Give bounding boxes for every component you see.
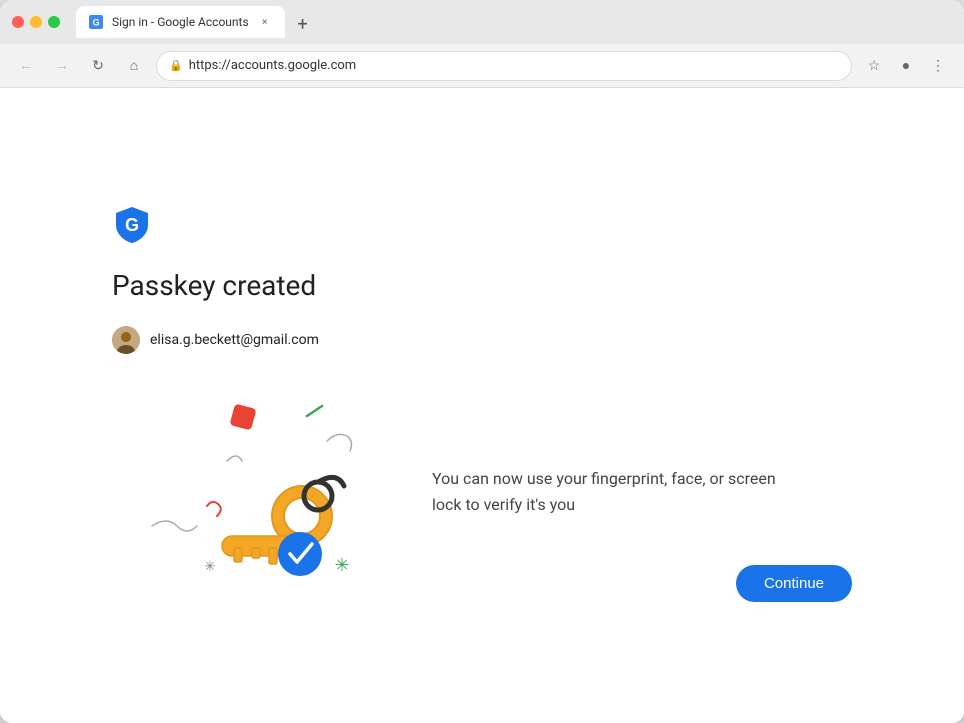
back-button[interactable]: ←: [12, 52, 40, 80]
browser-window: G Sign in - Google Accounts × + ← → ↻ ⌂ …: [0, 0, 964, 723]
bookmark-button[interactable]: ☆: [860, 52, 888, 80]
card: G Passkey created elisa.g.beckett@gmail.…: [52, 157, 912, 654]
forward-button[interactable]: →: [48, 52, 76, 80]
home-button[interactable]: ⌂: [120, 52, 148, 80]
close-window-button[interactable]: [12, 16, 24, 28]
minimize-window-button[interactable]: [30, 16, 42, 28]
page-title: Passkey created: [112, 269, 852, 302]
title-bar: G Sign in - Google Accounts × +: [0, 0, 964, 44]
toolbar-actions: ☆ ● ⋮: [860, 52, 952, 80]
svg-text:G: G: [125, 215, 139, 235]
active-tab[interactable]: G Sign in - Google Accounts ×: [76, 6, 285, 38]
maximize-window-button[interactable]: [48, 16, 60, 28]
avatar: [112, 326, 140, 354]
reload-button[interactable]: ↻: [84, 52, 112, 80]
page-content: G Passkey created elisa.g.beckett@gmail.…: [0, 88, 964, 723]
tab-close-button[interactable]: ×: [257, 14, 273, 30]
user-email: elisa.g.beckett@gmail.com: [150, 332, 319, 348]
url-text: https://accounts.google.com: [189, 58, 357, 73]
svg-text:G: G: [92, 18, 99, 28]
traffic-lights: [12, 16, 60, 28]
continue-button[interactable]: Continue: [736, 565, 852, 602]
lock-icon: 🔒: [169, 59, 183, 72]
new-tab-button[interactable]: +: [289, 10, 317, 38]
toolbar: ← → ↻ ⌂ 🔒 https://accounts.google.com ☆ …: [0, 44, 964, 88]
main-area: ✳ ✳: [112, 386, 852, 606]
button-row: Continue: [432, 565, 852, 602]
google-shield-logo: G: [112, 205, 152, 245]
address-bar[interactable]: 🔒 https://accounts.google.com: [156, 51, 852, 81]
user-row: elisa.g.beckett@gmail.com: [112, 326, 852, 354]
tab-bar: G Sign in - Google Accounts × +: [76, 6, 952, 38]
tab-title: Sign in - Google Accounts: [112, 15, 249, 29]
svg-text:✳: ✳: [334, 555, 349, 576]
passkey-illustration: ✳ ✳: [112, 386, 392, 606]
left-content: You can now use your fingerprint, face, …: [432, 386, 852, 602]
tab-favicon-icon: G: [88, 14, 104, 30]
description-text: You can now use your fingerprint, face, …: [432, 466, 792, 517]
menu-button[interactable]: ⋮: [924, 52, 952, 80]
svg-text:✳: ✳: [204, 559, 216, 575]
profile-button[interactable]: ●: [892, 52, 920, 80]
